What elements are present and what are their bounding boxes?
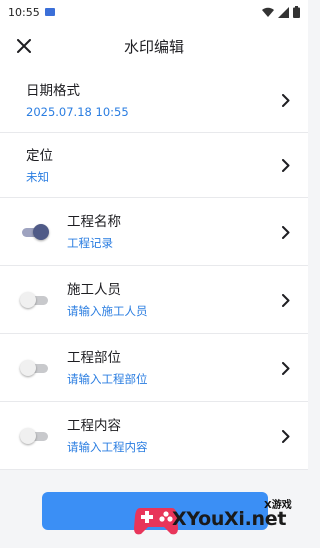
personnel-toggle[interactable] bbox=[20, 290, 50, 310]
row-project-part[interactable]: 工程部位 请输入工程部位 bbox=[0, 334, 308, 402]
chevron-right-icon bbox=[280, 224, 292, 240]
notification-icon bbox=[44, 8, 55, 16]
chevron-right-icon bbox=[280, 360, 292, 376]
row-label: 工程内容 bbox=[67, 418, 121, 434]
row-text: 日期格式 2025.07.18 10:55 bbox=[26, 82, 129, 120]
battery-icon bbox=[293, 6, 300, 18]
header: 水印编辑 bbox=[0, 24, 308, 68]
watermark: X游戏 XYouXi.net bbox=[132, 490, 308, 548]
status-bar: 10:55 bbox=[0, 0, 308, 24]
settings-list: 日期格式 2025.07.18 10:55 定位 未知 工程名称 工程记录 施工… bbox=[0, 68, 308, 470]
row-label: 定位 bbox=[26, 148, 53, 164]
row-label: 工程部位 bbox=[67, 350, 121, 366]
page-title: 水印编辑 bbox=[123, 37, 184, 56]
row-label: 施工人员 bbox=[67, 282, 121, 298]
toggle-knob bbox=[20, 292, 36, 308]
project-content-toggle[interactable] bbox=[20, 426, 50, 446]
row-value: 请输入工程部位 bbox=[67, 372, 148, 386]
row-text: 工程部位 请输入工程部位 bbox=[67, 349, 148, 387]
row-text: 工程内容 请输入工程内容 bbox=[67, 417, 148, 455]
row-label: 日期格式 bbox=[26, 83, 80, 99]
chevron-right-icon bbox=[280, 292, 292, 308]
signal-icon bbox=[278, 6, 289, 18]
close-button[interactable] bbox=[12, 34, 36, 58]
toggle-knob bbox=[20, 360, 36, 376]
project-part-toggle[interactable] bbox=[20, 358, 50, 378]
chevron-right-icon bbox=[280, 428, 292, 444]
chevron-right-icon bbox=[280, 92, 292, 108]
row-value: 2025.07.18 10:55 bbox=[26, 105, 129, 119]
row-project-content[interactable]: 工程内容 请输入工程内容 bbox=[0, 402, 308, 470]
wifi-icon bbox=[262, 7, 274, 17]
row-text: 工程名称 工程记录 bbox=[67, 213, 121, 251]
row-value: 工程记录 bbox=[67, 236, 113, 250]
watermark-big-text: XYouXi.net bbox=[172, 508, 287, 530]
row-value: 请输入工程内容 bbox=[67, 440, 148, 454]
row-project-name[interactable]: 工程名称 工程记录 bbox=[0, 198, 308, 266]
row-date-format[interactable]: 日期格式 2025.07.18 10:55 bbox=[0, 68, 308, 133]
row-personnel[interactable]: 施工人员 请输入施工人员 bbox=[0, 266, 308, 334]
close-icon bbox=[17, 39, 31, 53]
row-text: 定位 未知 bbox=[26, 147, 53, 185]
project-name-toggle[interactable] bbox=[20, 222, 50, 242]
row-value: 未知 bbox=[26, 170, 49, 184]
row-text: 施工人员 请输入施工人员 bbox=[67, 281, 148, 319]
toggle-knob bbox=[33, 224, 49, 240]
row-value: 请输入施工人员 bbox=[67, 304, 148, 318]
status-time: 10:55 bbox=[8, 5, 40, 19]
status-icons bbox=[262, 6, 300, 18]
chevron-right-icon bbox=[280, 157, 292, 173]
row-location[interactable]: 定位 未知 bbox=[0, 133, 308, 198]
row-label: 工程名称 bbox=[67, 214, 121, 230]
toggle-knob bbox=[20, 428, 36, 444]
